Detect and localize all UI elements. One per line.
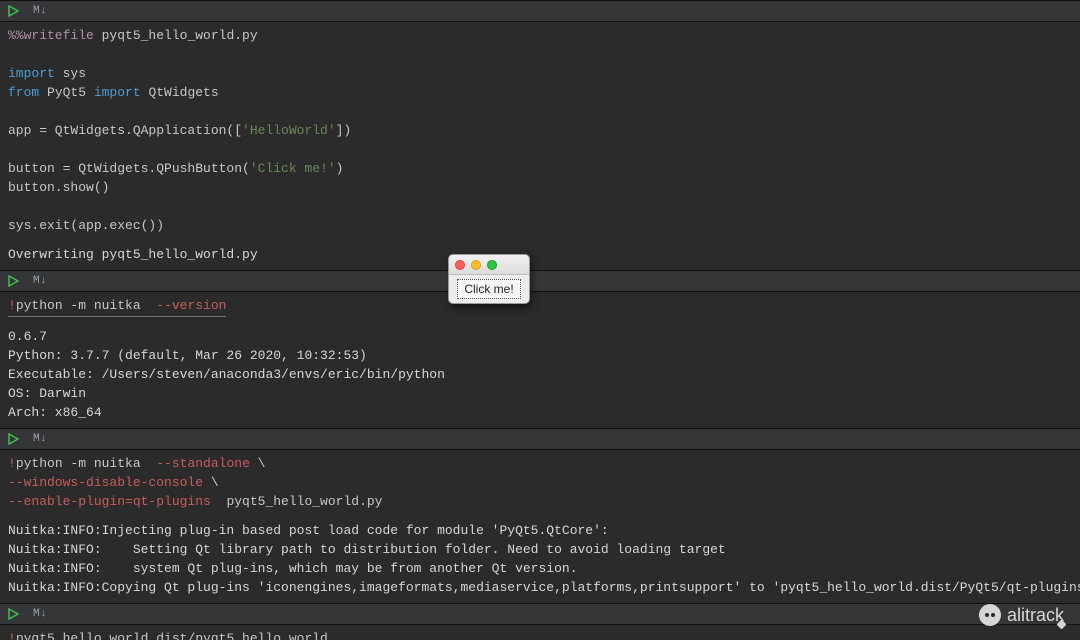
code-line: app = QtWidgets.QApplication([ bbox=[8, 123, 242, 138]
code-line: button.show() bbox=[8, 180, 109, 195]
kw-import2: import bbox=[94, 85, 141, 100]
watermark-text: alitrack bbox=[1007, 605, 1064, 626]
code-line: sys.exit(app.exec()) bbox=[8, 218, 164, 233]
cli-flag: --version bbox=[156, 298, 226, 313]
cli-flag: --enable-plugin=qt-plugins bbox=[8, 494, 211, 509]
string-literal: 'Click me!' bbox=[250, 161, 336, 176]
cli-arg: pyqt5_hello_world.py bbox=[211, 494, 383, 509]
cli-flag: --windows-disable-console bbox=[8, 475, 203, 490]
shell-command: python -m nuitka bbox=[16, 456, 156, 471]
cell-toolbar: M↓ bbox=[0, 603, 1080, 625]
run-icon[interactable] bbox=[8, 5, 19, 17]
line-continuation: \ bbox=[250, 456, 266, 471]
cell-toolbar: M↓ bbox=[0, 428, 1080, 450]
run-icon[interactable] bbox=[8, 433, 19, 445]
code-line: ]) bbox=[336, 123, 352, 138]
code-line: button = QtWidgets.QPushButton( bbox=[8, 161, 250, 176]
kw-import: import bbox=[8, 66, 55, 81]
markdown-toggle[interactable]: M↓ bbox=[33, 608, 47, 620]
magic-arg: pyqt5_hello_world.py bbox=[94, 28, 258, 43]
module-pyqt5: PyQt5 bbox=[39, 85, 94, 100]
code-cell-3[interactable]: !python -m nuitka --standalone \ --windo… bbox=[0, 450, 1080, 517]
cell-toolbar: M↓ bbox=[0, 270, 1080, 292]
bang: ! bbox=[8, 298, 16, 313]
string-literal: 'HelloWorld' bbox=[242, 123, 336, 138]
bang: ! bbox=[8, 456, 16, 471]
watermark: alitrack bbox=[979, 604, 1064, 626]
shell-command: pyqt5_hello_world.dist/pyqt5_hello_world bbox=[16, 631, 328, 640]
module-sys: sys bbox=[55, 66, 86, 81]
wechat-icon bbox=[979, 604, 1001, 626]
output-cell-1: Overwriting pyqt5_hello_world.py bbox=[0, 241, 1080, 270]
code-line: ) bbox=[336, 161, 344, 176]
line-continuation: \ bbox=[203, 475, 219, 490]
popup-body: Click me! bbox=[449, 275, 529, 303]
run-icon[interactable] bbox=[8, 608, 19, 620]
code-cell-2[interactable]: !python -m nuitka --version bbox=[0, 292, 1080, 323]
bang: ! bbox=[8, 631, 16, 640]
qt-popup-window[interactable]: Click me! bbox=[448, 254, 530, 304]
click-me-button[interactable]: Click me! bbox=[457, 279, 520, 299]
output-cell-2: 0.6.7 Python: 3.7.7 (default, Mar 26 202… bbox=[0, 323, 1080, 428]
markdown-toggle[interactable]: M↓ bbox=[33, 275, 47, 287]
code-cell-4[interactable]: !pyqt5_hello_world.dist/pyqt5_hello_worl… bbox=[0, 625, 1080, 640]
cli-flag: --standalone bbox=[156, 456, 250, 471]
code-cell-1[interactable]: %%writefile pyqt5_hello_world.py import … bbox=[0, 22, 1080, 241]
kw-from: from bbox=[8, 85, 39, 100]
markdown-toggle[interactable]: M↓ bbox=[33, 5, 47, 17]
minimize-icon[interactable] bbox=[471, 260, 481, 270]
popup-titlebar[interactable] bbox=[449, 255, 529, 275]
cell-magic: %%writefile bbox=[8, 28, 94, 43]
run-icon[interactable] bbox=[8, 275, 19, 287]
zoom-icon[interactable] bbox=[487, 260, 497, 270]
close-icon[interactable] bbox=[455, 260, 465, 270]
module-qtwidgets: QtWidgets bbox=[141, 85, 219, 100]
markdown-toggle[interactable]: M↓ bbox=[33, 433, 47, 445]
output-cell-3: Nuitka:INFO:Injecting plug-in based post… bbox=[0, 517, 1080, 603]
cell-toolbar: M↓ bbox=[0, 0, 1080, 22]
shell-command: python -m nuitka bbox=[16, 298, 156, 313]
